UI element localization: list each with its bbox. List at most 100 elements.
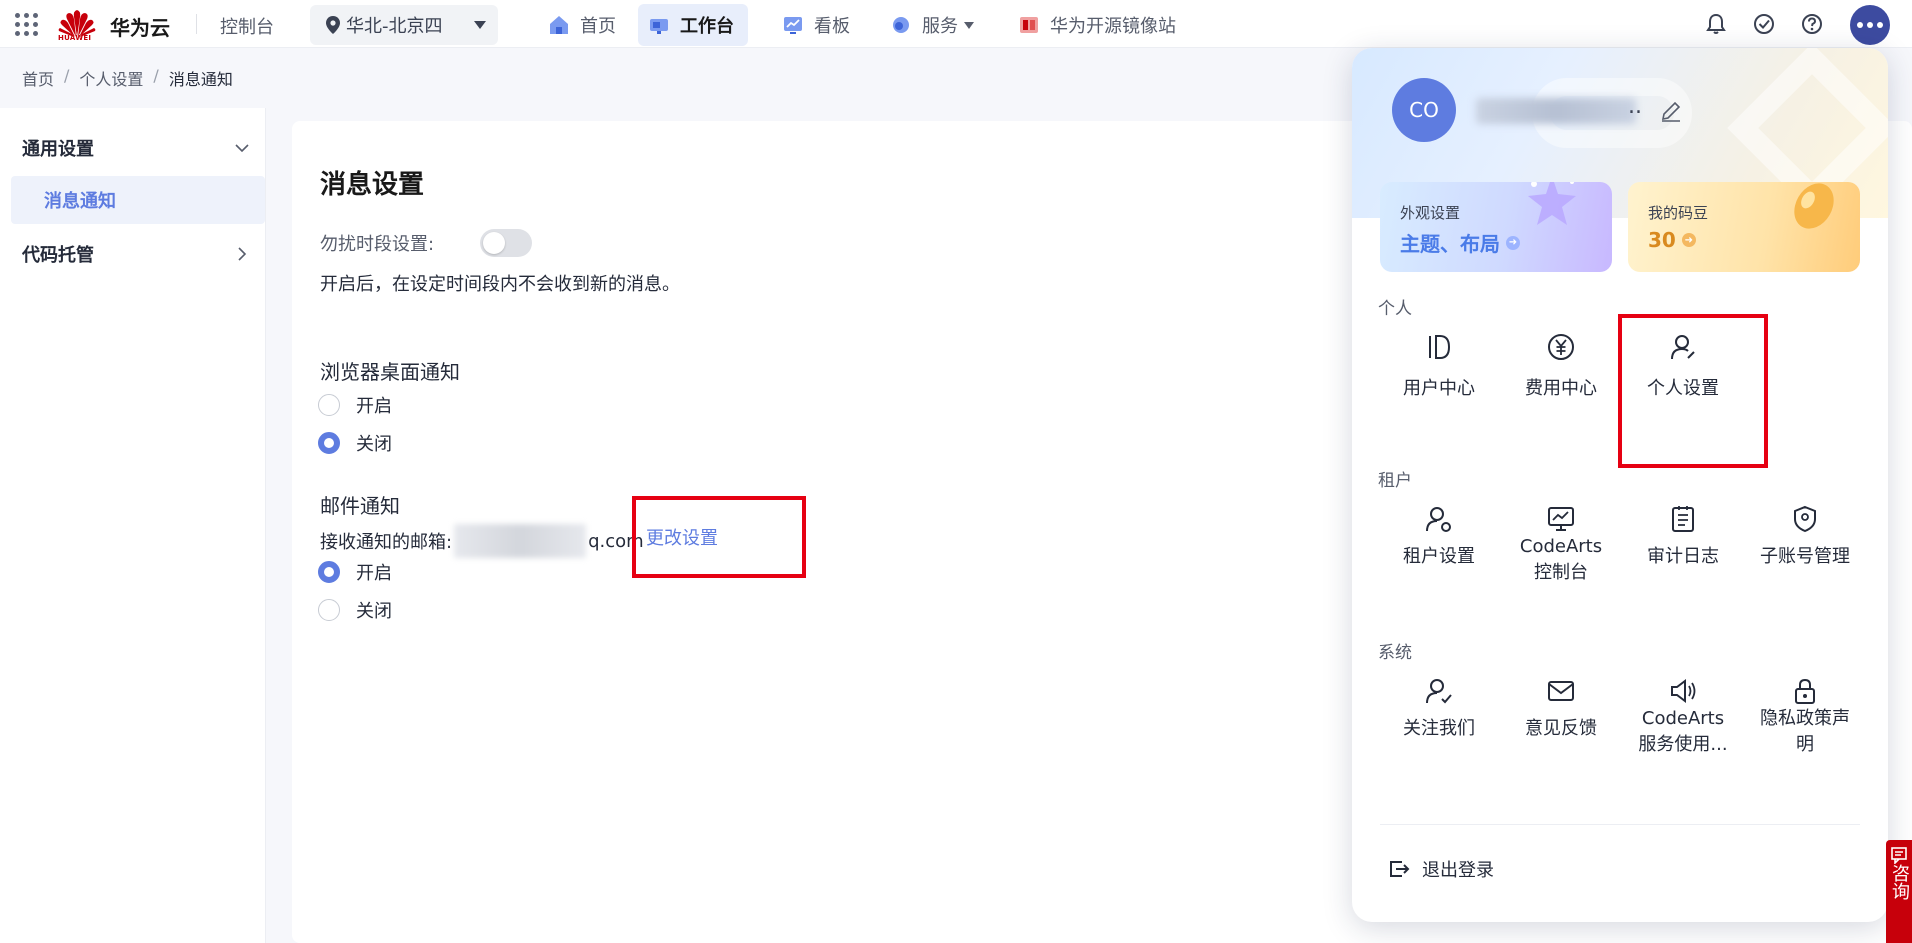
breadcrumb-separator: / xyxy=(153,66,159,85)
brand-name[interactable]: 华为云 xyxy=(110,12,170,41)
breadcrumb-personal-settings[interactable]: 个人设置 xyxy=(79,66,143,90)
billing-center-label: 费用中心 xyxy=(1525,378,1597,399)
sidebar-group-general[interactable]: 通用设置 xyxy=(0,126,266,170)
nav-home[interactable]: 首页 xyxy=(538,4,630,46)
region-selector[interactable]: 华北-北京四 xyxy=(310,5,498,45)
radio-label: 关闭 xyxy=(356,601,392,622)
appearance-card-value-text: 主题、布局 xyxy=(1400,232,1500,256)
nav-service[interactable]: 服务 xyxy=(880,4,988,46)
nav-service-label: 服务 xyxy=(922,16,958,37)
logout-button[interactable]: 退出登录 xyxy=(1388,856,1494,882)
edit-pencil-icon[interactable] xyxy=(1658,98,1684,124)
bell-icon[interactable] xyxy=(1704,12,1728,36)
email-prefix-label: 接收通知的邮箱: xyxy=(320,532,453,553)
audit-log-item[interactable]: 审计日志 xyxy=(1622,482,1744,610)
appearance-card-value: 主题、布局 ➜ xyxy=(1400,228,1520,257)
beans-card-label: 我的码豆 xyxy=(1648,204,1709,222)
avatar[interactable]: CO xyxy=(1392,78,1456,142)
email-address-row: 接收通知的邮箱: q.com xyxy=(320,524,644,558)
user-check-icon xyxy=(1426,679,1452,704)
cloud-service-icon xyxy=(893,17,909,33)
help-icon[interactable] xyxy=(1800,12,1824,36)
browser-notification-on-radio[interactable]: 开启 xyxy=(318,392,392,418)
nav-home-label: 首页 xyxy=(580,16,616,37)
billing-center-item[interactable]: 费用中心 xyxy=(1500,310,1622,438)
user-menu-button[interactable] xyxy=(1850,5,1890,45)
radio-circle-checked xyxy=(318,432,340,454)
do-not-disturb-label: 勿扰时段设置: xyxy=(320,234,435,255)
arrow-right-icon: ➜ xyxy=(1506,235,1520,250)
email-notification-on-radio[interactable]: 开启 xyxy=(318,559,392,585)
audit-log-label: 审计日志 xyxy=(1647,546,1719,567)
personal-settings-label: 个人设置 xyxy=(1647,378,1719,399)
toggle-knob xyxy=(483,232,505,254)
privacy-policy-item[interactable]: 隐私政策声 明 xyxy=(1744,654,1866,782)
user-center-item[interactable]: 用户中心 xyxy=(1378,310,1500,438)
nav-board[interactable]: 看板 xyxy=(772,4,864,46)
browser-notification-off-radio[interactable]: 关闭 xyxy=(318,430,392,456)
logout-icon xyxy=(1390,861,1410,877)
tenant-settings-item[interactable]: 租户设置 xyxy=(1378,482,1500,610)
divider xyxy=(196,14,197,34)
email-suffix: q.com xyxy=(588,530,644,552)
huawei-logo-text: HUAWEI xyxy=(58,34,92,42)
chevron-down-icon xyxy=(235,144,249,153)
radio-circle xyxy=(318,394,340,416)
email-notification-off-radio[interactable]: 关闭 xyxy=(318,597,392,623)
location-pin-icon xyxy=(326,16,340,34)
sidebar-group-code-hosting[interactable]: 代码托管 xyxy=(0,232,266,276)
nav-mirror-label: 华为开源镜像站 xyxy=(1050,16,1176,37)
do-not-disturb-description: 开启后，在设定时间段内不会收到新的消息。 xyxy=(320,274,680,295)
sidebar-group-general-label: 通用设置 xyxy=(22,139,94,160)
mirror-book-icon xyxy=(1020,17,1038,33)
divider xyxy=(1380,824,1860,825)
nav-open-source-mirror[interactable]: 华为开源镜像站 xyxy=(1008,4,1190,46)
username-redacted xyxy=(1476,98,1636,124)
user-dropdown-panel: CO .. 外观设置 主题、布局 ➜ 我的码豆 30 ➜ 个人 用户中心 费用中… xyxy=(1352,48,1888,922)
page-title: 消息设置 xyxy=(320,170,425,200)
codearts-service-agreement-item[interactable]: CodeArts 服务使用... xyxy=(1622,654,1744,782)
apps-grid-icon[interactable] xyxy=(14,12,38,36)
radio-circle xyxy=(318,599,340,621)
lock-icon xyxy=(1795,678,1815,704)
sidebar-group-code-label: 代码托管 xyxy=(22,245,94,266)
personal-settings-item[interactable]: 个人设置 xyxy=(1622,310,1744,438)
console-link[interactable]: 控制台 xyxy=(220,13,274,39)
id-icon xyxy=(1429,335,1451,359)
my-beans-card[interactable]: 我的码豆 30 ➜ xyxy=(1628,182,1860,272)
settings-sidebar: 通用设置 消息通知 代码托管 xyxy=(0,108,266,943)
user-edit-icon xyxy=(1671,335,1695,360)
nav-workbench[interactable]: 工作台 xyxy=(638,4,748,46)
feedback-item[interactable]: 意见反馈 xyxy=(1500,654,1622,782)
nav-workbench-label: 工作台 xyxy=(680,16,734,37)
radio-label: 关闭 xyxy=(356,434,392,455)
mail-icon xyxy=(1548,681,1574,701)
dashboard-icon xyxy=(784,17,802,34)
breadcrumb-current: 消息通知 xyxy=(168,70,233,89)
arrow-right-icon: ➜ xyxy=(1681,233,1696,247)
sidebar-item-message-notification[interactable]: 消息通知 xyxy=(11,176,265,224)
radio-label: 开启 xyxy=(356,563,392,584)
star-decoration-icon xyxy=(1528,182,1576,225)
check-circle-icon[interactable] xyxy=(1752,12,1776,36)
breadcrumb-home[interactable]: 首页 xyxy=(22,66,54,90)
appearance-card-label: 外观设置 xyxy=(1400,204,1461,222)
region-label: 华北-北京四 xyxy=(346,16,443,37)
privacy-policy-label: 隐私政策声 明 xyxy=(1760,708,1850,755)
follow-us-item[interactable]: 关注我们 xyxy=(1378,654,1500,782)
appearance-settings-card[interactable]: 外观设置 主题、布局 ➜ xyxy=(1380,182,1612,272)
consult-tab[interactable]: 咨询 xyxy=(1886,840,1912,943)
caret-down-icon xyxy=(474,21,486,29)
do-not-disturb-toggle[interactable] xyxy=(480,229,532,257)
feedback-label: 意见反馈 xyxy=(1525,718,1597,739)
codearts-service-label: CodeArts 服务使用... xyxy=(1638,708,1728,755)
breadcrumb: 首页 / 个人设置 / 消息通知 xyxy=(22,66,233,90)
codearts-console-item[interactable]: CodeArts 控制台 xyxy=(1500,482,1622,610)
email-address-redacted xyxy=(454,524,587,558)
sub-account-management-item[interactable]: 子账号管理 xyxy=(1744,482,1866,610)
radio-circle-checked xyxy=(318,561,340,583)
chat-icon xyxy=(1891,847,1907,864)
change-settings-link[interactable]: 更改设置 xyxy=(646,524,718,550)
logout-label: 退出登录 xyxy=(1422,860,1494,881)
sub-account-label: 子账号管理 xyxy=(1760,546,1850,567)
